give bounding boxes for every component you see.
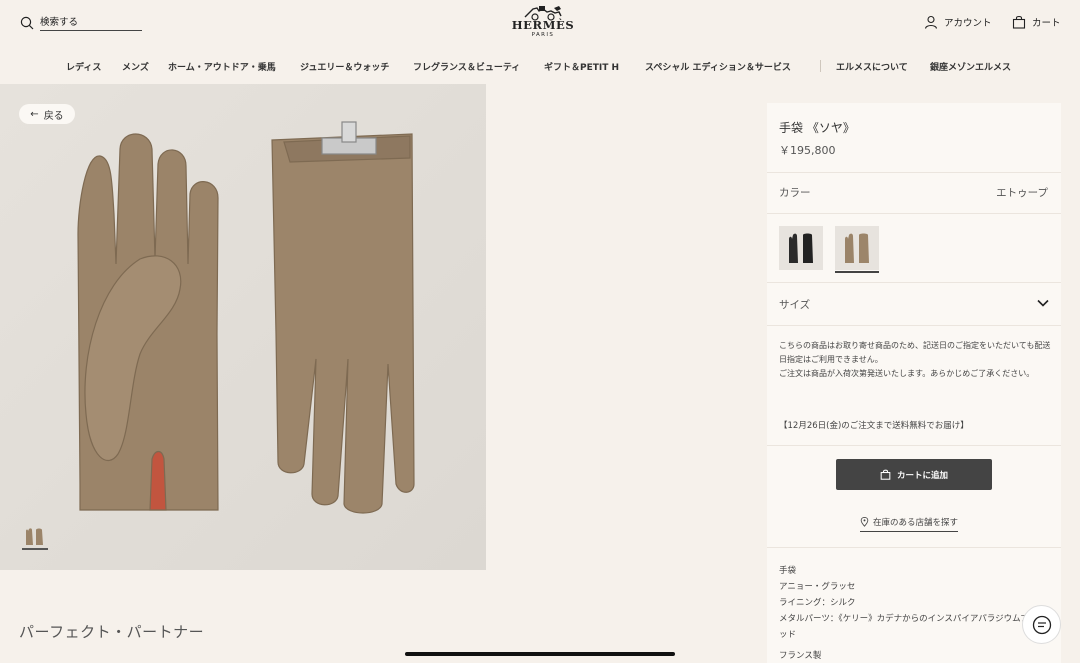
nav-item-about[interactable]: エルメスについて: [836, 60, 908, 73]
nav-item-ladies[interactable]: レディス: [66, 60, 101, 73]
notice-line: こちらの商品はお取り寄せ商品のため、記送日のご指定をいただいても配送日指定はご利…: [779, 341, 1051, 364]
color-value: エトゥープ: [996, 187, 1048, 199]
site-header: HERMÈS PARIS アカウント カート レディス メンズ ホーム・アウトド…: [0, 0, 1080, 84]
user-icon: [924, 15, 938, 29]
scroll-indicator[interactable]: [405, 652, 675, 656]
add-to-cart-label: カートに追加: [896, 470, 948, 481]
gloves-thumbnail-icon: [26, 527, 43, 545]
black-gloves-swatch-icon: [789, 233, 813, 263]
map-pin-icon: [860, 517, 869, 527]
gloves-photo: [0, 84, 486, 570]
account-label: アカウント: [944, 18, 992, 29]
left-glove: [77, 133, 219, 511]
divider: [767, 325, 1061, 326]
arrow-left-icon: ←: [30, 108, 39, 120]
main-nav: レディス メンズ ホーム・アウトドア・乗馬 ジュエリー＆ウォッチ フレグランス＆…: [0, 60, 1080, 74]
notice-line: ご注文は商品が入荷次第発送いたします。あらかじめご了承ください。: [779, 369, 1035, 378]
divider: [767, 547, 1061, 548]
chat-bubble-icon: [1032, 615, 1051, 634]
swatch-black[interactable]: [779, 226, 823, 270]
gallery-thumbnail[interactable]: [22, 525, 48, 550]
nav-item-gifts[interactable]: ギフト＆PETIT H: [544, 60, 619, 73]
search-icon[interactable]: [20, 16, 34, 30]
divider: [767, 172, 1061, 173]
search-input[interactable]: [40, 14, 142, 31]
shopping-bag-icon: [1012, 15, 1026, 29]
back-button[interactable]: ← 戻る: [19, 104, 75, 124]
product-details: 手袋 アニョー・グラッセ ライニング：シルク メタルパーツ：《ケリー》カデナから…: [779, 563, 1055, 643]
size-label: サイズ: [779, 299, 811, 311]
nav-item-home-outdoor[interactable]: ホーム・アウトドア・乗馬: [168, 60, 276, 73]
section-title: パーフェクト・パートナー: [19, 623, 205, 641]
chevron-down-icon[interactable]: [1036, 296, 1050, 310]
nav-divider: [820, 60, 821, 72]
divider: [767, 282, 1061, 283]
nav-item-mens[interactable]: メンズ: [122, 60, 149, 73]
cart-label: カート: [1032, 18, 1061, 29]
swatch-etoupe[interactable]: [835, 226, 879, 273]
details-line: アニョー・グラッセ: [779, 582, 856, 592]
logo-subtitle: PARIS: [531, 32, 555, 38]
nav-item-fragrance-beauty[interactable]: フレグランス＆ビューティ: [413, 60, 520, 73]
nav-item-ginza-maison[interactable]: 銀座メゾンエルメス: [930, 60, 1011, 73]
shipping-note: 【12月26日(金)のご注文まで送料無料でお届け】: [779, 421, 969, 431]
find-store-link[interactable]: 在庫のある店舗を探す: [860, 516, 959, 532]
chat-button[interactable]: [1022, 605, 1061, 644]
product-title: 手袋 《ソヤ》: [779, 121, 855, 135]
find-store-label: 在庫のある店舗を探す: [873, 518, 959, 528]
details-line: メタルパーツ：《ケリー》カデナからのインスパイアパラジウムプレーテッド: [779, 614, 1055, 640]
product-panel: 手袋 《ソヤ》 ￥195,800 カラー エトゥープ サイズ こちらの商品はお取…: [767, 103, 1061, 663]
add-to-cart-button[interactable]: カートに追加: [836, 459, 992, 490]
shopping-bag-icon: [880, 469, 891, 480]
hermes-logo[interactable]: HERMÈS PARIS: [503, 3, 583, 43]
divider: [767, 213, 1061, 214]
made-in: フランス製: [779, 651, 822, 661]
product-price: ￥195,800: [779, 144, 836, 157]
details-line: 手袋: [779, 566, 797, 576]
color-label: カラー: [779, 187, 811, 199]
search-bar[interactable]: [20, 14, 142, 31]
back-label: 戻る: [43, 110, 64, 122]
divider: [767, 445, 1061, 446]
nav-item-special-editions[interactable]: スペシャル エディション＆サービス: [645, 60, 791, 73]
product-image[interactable]: [0, 84, 486, 570]
order-notice: こちらの商品はお取り寄せ商品のため、記送日のご指定をいただいても配送日指定はご利…: [779, 339, 1051, 381]
account-link[interactable]: アカウント: [924, 15, 992, 29]
etoupe-gloves-swatch-icon: [845, 233, 869, 263]
details-line: ライニング：シルク: [779, 598, 856, 608]
nav-item-jewelry-watches[interactable]: ジュエリー＆ウォッチ: [300, 60, 389, 73]
logo-wordmark: HERMÈS: [511, 18, 575, 32]
cart-link[interactable]: カート: [1012, 15, 1061, 29]
